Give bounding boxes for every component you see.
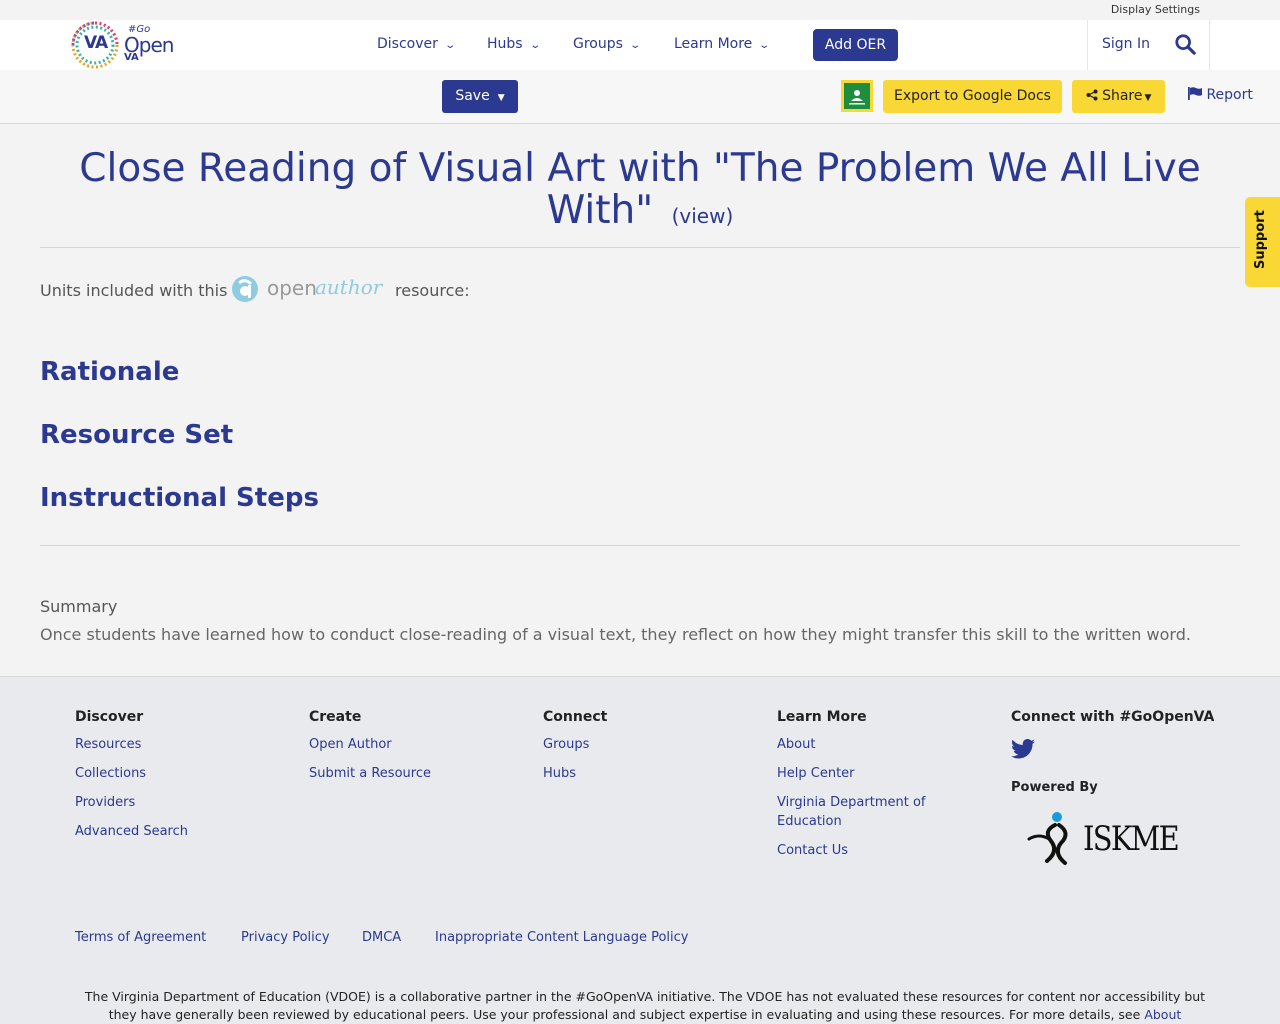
- footer-link-contact-us[interactable]: Contact Us: [777, 841, 947, 860]
- resource-title: Close Reading of Visual Art with "The Pr…: [79, 146, 1201, 233]
- resource-toolbar: Save ▼ Export to Google Docs Share ▼ Repor…: [0, 70, 1280, 124]
- openauthor-open-text: open: [267, 276, 317, 300]
- content-policy-link[interactable]: Inappropriate Content Language Policy: [435, 930, 688, 945]
- site-footer: Discover Resources Collections Providers…: [0, 676, 1280, 1024]
- dmca-link[interactable]: DMCA: [362, 930, 401, 945]
- footer-col-create: Create Open Author Submit a Resource: [309, 709, 431, 793]
- support-tab-label: Support: [1253, 210, 1268, 269]
- export-to-google-docs-button[interactable]: Export to Google Docs: [883, 80, 1062, 113]
- add-oer-button[interactable]: Add OER: [813, 29, 898, 61]
- nav-discover[interactable]: Discover ⌄: [377, 36, 456, 52]
- goopenva-logo[interactable]: VA #Go Open VA: [70, 20, 180, 70]
- powered-by-label: Powered By: [1011, 780, 1098, 795]
- save-button-label: Save: [455, 88, 490, 104]
- footer-link-collections[interactable]: Collections: [75, 764, 188, 783]
- google-classroom-icon-inner: [844, 83, 870, 109]
- units-label: Units included with this: [40, 281, 228, 300]
- main-navigation: VA #Go Open VA Discover ⌄ Hubs ⌄ Groups ⌄ L…: [0, 20, 1280, 70]
- chevron-down-icon: ⌄: [629, 40, 641, 51]
- classroom-person-icon: [849, 90, 865, 105]
- summary-label: Summary: [40, 597, 118, 616]
- iskme-logo[interactable]: ISKME: [1025, 809, 1200, 869]
- footer-link-advanced-search[interactable]: Advanced Search: [75, 822, 188, 841]
- nav-groups[interactable]: Groups ⌄: [573, 36, 641, 52]
- section-resource-set[interactable]: Resource Set: [40, 420, 233, 450]
- units-label-suffix: resource:: [395, 281, 470, 300]
- google-classroom-icon[interactable]: [841, 80, 873, 112]
- footer-link-submit-resource[interactable]: Submit a Resource: [309, 764, 431, 783]
- footer-link-providers[interactable]: Providers: [75, 793, 188, 812]
- footer-link-open-author[interactable]: Open Author: [309, 735, 431, 754]
- footer-col-discover: Discover Resources Collections Providers…: [75, 709, 188, 851]
- logo-va-text: VA: [84, 33, 108, 53]
- divider: [40, 247, 1240, 248]
- footer-link-help-center[interactable]: Help Center: [777, 764, 947, 783]
- footer-heading: Learn More: [777, 709, 867, 725]
- iskme-figure-icon: [1027, 812, 1068, 865]
- nav-discover-label: Discover: [377, 36, 438, 52]
- share-icon: [1086, 89, 1098, 101]
- section-rationale[interactable]: Rationale: [40, 357, 179, 387]
- openauthor-a-icon: [232, 276, 258, 302]
- vdoe-disclaimer: The Virginia Department of Education (VD…: [75, 988, 1215, 1024]
- nav-hubs[interactable]: Hubs ⌄: [487, 36, 541, 52]
- twitter-icon[interactable]: [1011, 739, 1035, 759]
- footer-heading: Discover: [75, 709, 144, 725]
- share-button[interactable]: Share ▼: [1072, 80, 1165, 113]
- footer-link-groups[interactable]: Groups: [543, 735, 607, 754]
- footer-heading: Connect: [543, 709, 608, 725]
- top-utility-bar: Display Settings: [0, 0, 1280, 20]
- nav-learn-more-label: Learn More: [674, 36, 753, 52]
- footer-col-connect: Connect Groups Hubs: [543, 709, 607, 793]
- caret-down-icon: ▼: [497, 93, 505, 103]
- logo-va-small-text: VA: [124, 52, 139, 63]
- openauthor-logo: open author: [230, 273, 385, 305]
- footer-heading: Create: [309, 709, 362, 725]
- footer-heading: Connect with #GoOpenVA: [1011, 709, 1215, 725]
- caret-down-icon: ▼: [1144, 93, 1152, 103]
- save-button[interactable]: Save ▼: [442, 80, 518, 113]
- signin-search-area: Sign In: [1087, 20, 1210, 70]
- nav-hubs-label: Hubs: [487, 36, 523, 52]
- display-settings-link[interactable]: Display Settings: [1111, 3, 1200, 16]
- footer-link-vdoe[interactable]: Virginia Department of Education: [777, 793, 947, 831]
- openauthor-author-text: author: [315, 275, 383, 299]
- footer-link-hubs[interactable]: Hubs: [543, 764, 607, 783]
- flag-icon: [1188, 87, 1202, 100]
- report-link-label: Report: [1206, 87, 1253, 103]
- report-link[interactable]: Report: [1188, 87, 1253, 103]
- share-button-label: Share: [1102, 88, 1143, 104]
- footer-col-social: Connect with #GoOpenVA: [1011, 709, 1214, 735]
- privacy-policy-link[interactable]: Privacy Policy: [241, 930, 330, 945]
- divider: [40, 545, 1240, 546]
- chevron-down-icon: ⌄: [444, 40, 456, 51]
- footer-link-about[interactable]: About: [777, 735, 947, 754]
- view-link[interactable]: (view): [672, 204, 734, 228]
- iskme-text: ISKME: [1083, 819, 1180, 859]
- section-instructional-steps[interactable]: Instructional Steps: [40, 483, 319, 513]
- footer-col-learn-more: Learn More About Help Center Virginia De…: [777, 709, 947, 870]
- nav-learn-more[interactable]: Learn More ⌄: [674, 36, 771, 52]
- disclaimer-text: The Virginia Department of Education (VD…: [84, 989, 1206, 1022]
- sign-in-link[interactable]: Sign In: [1102, 36, 1150, 52]
- footer-link-resources[interactable]: Resources: [75, 735, 188, 754]
- page-title: Close Reading of Visual Art with "The Pr…: [40, 148, 1240, 237]
- search-icon[interactable]: [1174, 33, 1196, 55]
- chevron-down-icon: ⌄: [758, 40, 771, 51]
- terms-link[interactable]: Terms of Agreement: [75, 930, 206, 945]
- support-tab[interactable]: Support: [1245, 197, 1280, 287]
- chevron-down-icon: ⌄: [528, 40, 541, 51]
- summary-text: Once students have learned how to conduc…: [40, 625, 1191, 644]
- nav-groups-label: Groups: [573, 36, 623, 52]
